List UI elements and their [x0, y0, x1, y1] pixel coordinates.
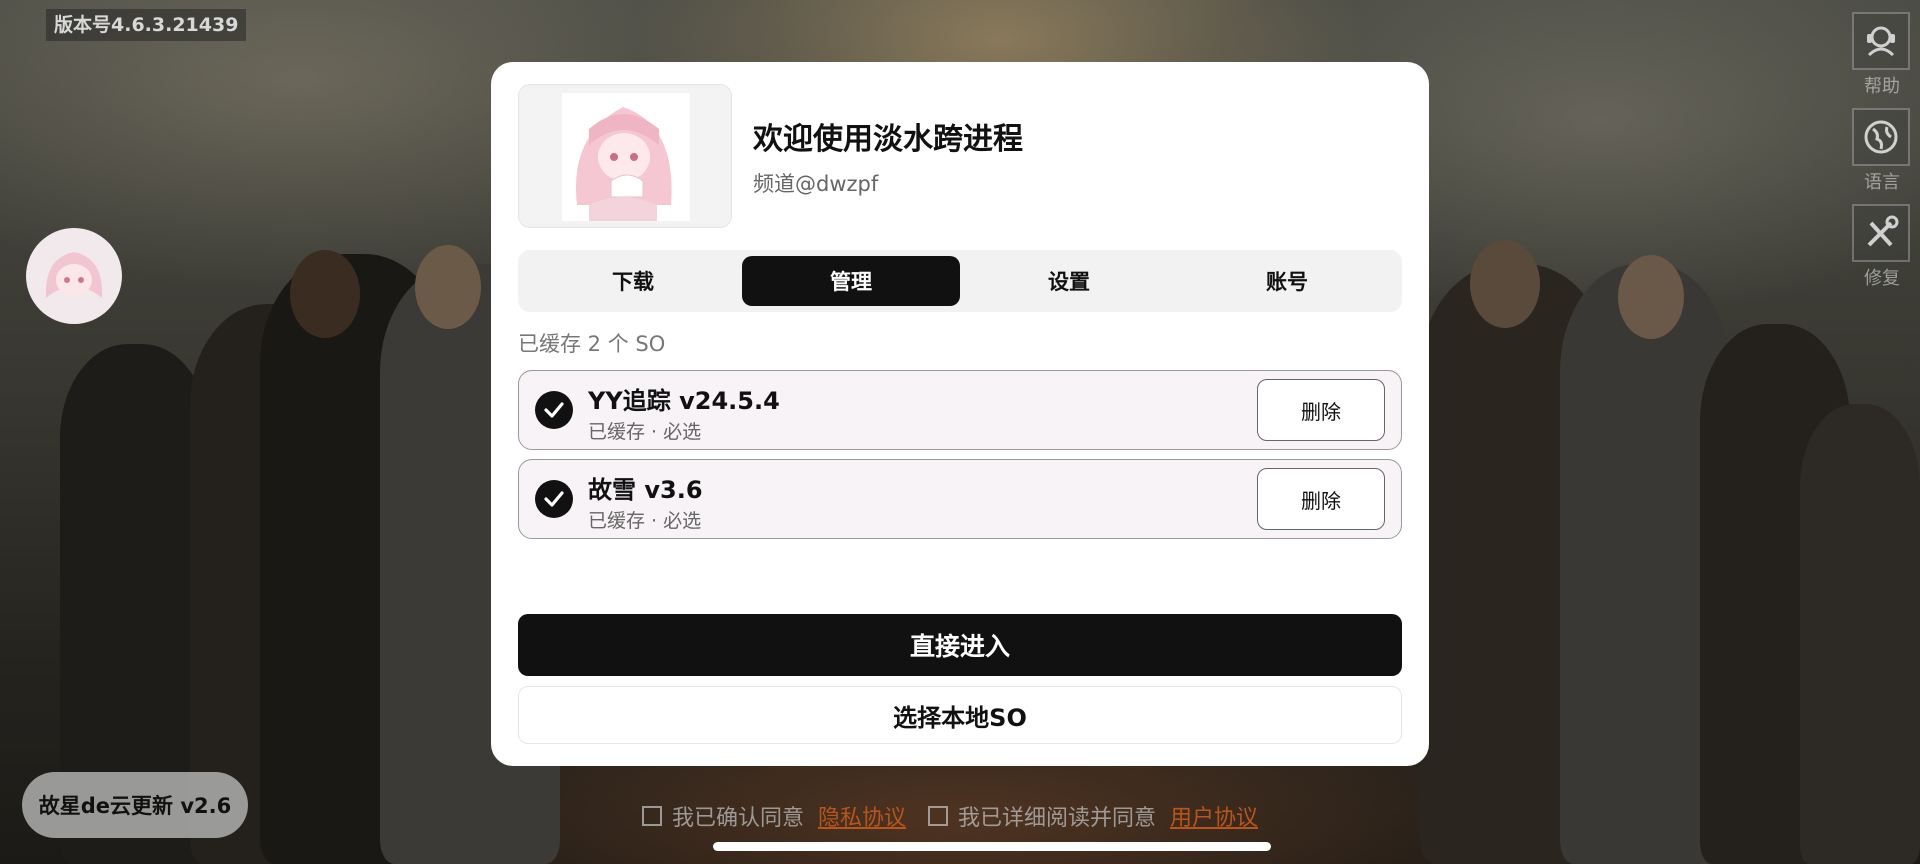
tab-settings[interactable]: 设置: [960, 256, 1178, 306]
privacy-policy-link[interactable]: 隐私协议: [818, 800, 906, 832]
dialog-title: 欢迎使用淡水跨进程: [753, 122, 1023, 157]
so-item-meta: 已缓存 · 必选: [588, 421, 702, 443]
channel-subtitle: 频道@dwzpf: [753, 172, 879, 196]
delete-button[interactable]: 删除: [1257, 379, 1385, 441]
checkmark-icon[interactable]: [535, 480, 573, 518]
home-indicator[interactable]: [713, 842, 1271, 851]
globe-icon: [1852, 108, 1910, 166]
cache-count-label: 已缓存 2 个 SO: [518, 332, 666, 356]
language-label: 语言: [1864, 172, 1900, 193]
tab-manage[interactable]: 管理: [742, 256, 960, 306]
so-list-item[interactable]: 故雪 v3.6 已缓存 · 必选 删除: [518, 459, 1402, 539]
repair-label: 修复: [1864, 268, 1900, 289]
language-button[interactable]: 语言: [1852, 108, 1912, 194]
user-agreement-checkbox[interactable]: [928, 806, 949, 826]
repair-button[interactable]: 修复: [1852, 204, 1912, 290]
so-item-name: 故雪 v3.6: [588, 476, 703, 504]
user-agreement-link[interactable]: 用户协议: [1170, 800, 1258, 832]
floating-avatar-button[interactable]: [26, 228, 122, 324]
help-label: 帮助: [1864, 76, 1900, 97]
help-button[interactable]: 帮助: [1852, 12, 1912, 98]
tab-bar: 下载 管理 设置 账号: [518, 250, 1402, 312]
so-list-item[interactable]: YY追踪 v24.5.4 已缓存 · 必选 删除: [518, 370, 1402, 450]
user-consent-text: 我已详细阅读并同意: [958, 806, 1157, 831]
welcome-dialog: 欢迎使用淡水跨进程 频道@dwzpf 下载 管理 设置 账号 已缓存 2 个 S…: [491, 62, 1429, 766]
tab-download[interactable]: 下载: [524, 256, 742, 306]
so-item-name: YY追踪 v24.5.4: [588, 387, 780, 415]
so-item-meta: 已缓存 · 必选: [588, 510, 702, 532]
agreement-bar: 我已确认同意 隐私协议 我已详细阅读并同意 用户协议: [642, 800, 1258, 832]
help-icon: [1852, 12, 1910, 70]
tab-account[interactable]: 账号: [1178, 256, 1396, 306]
tools-icon: [1852, 204, 1910, 262]
privacy-consent-text: 我已确认同意: [672, 806, 805, 831]
version-label: 版本号4.6.3.21439: [46, 9, 247, 41]
avatar-illustration: [26, 228, 122, 324]
app-logo: [518, 84, 732, 228]
cloud-update-button[interactable]: 故星de云更新 v2.6: [22, 772, 248, 838]
select-local-so-button[interactable]: 选择本地SO: [518, 686, 1402, 744]
checkmark-icon[interactable]: [535, 391, 573, 429]
delete-button[interactable]: 删除: [1257, 468, 1385, 530]
privacy-checkbox[interactable]: [642, 806, 662, 826]
enter-directly-button[interactable]: 直接进入: [518, 614, 1402, 676]
